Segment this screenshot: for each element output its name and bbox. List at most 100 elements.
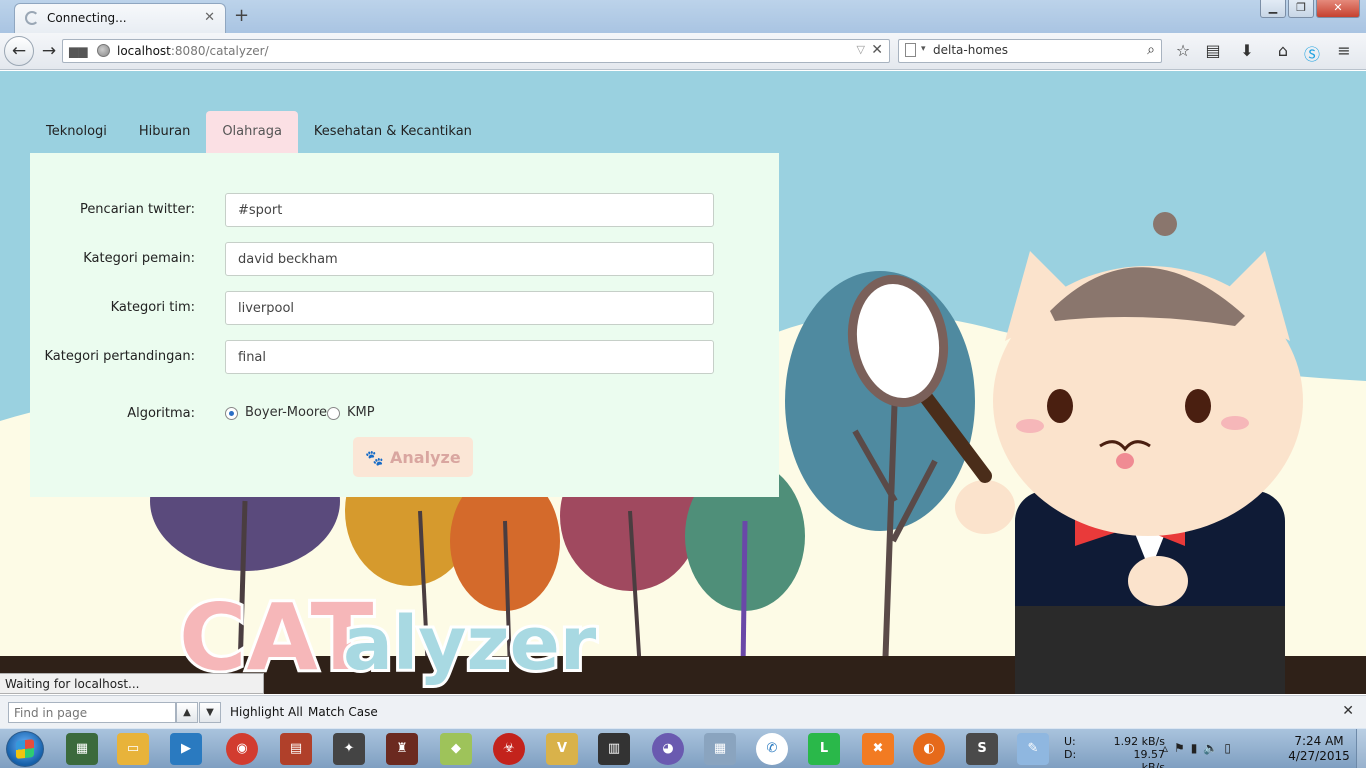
menu-icon[interactable]: ≡ — [1333, 41, 1355, 60]
calculator-icon[interactable]: ▦ — [704, 733, 736, 765]
download-icon[interactable]: ⬇ — [1236, 41, 1258, 60]
tray-expand-icon[interactable]: ▵ — [1162, 741, 1174, 755]
team-category-label: Kategori tim: — [110, 300, 195, 315]
browser-tabstrip: Connecting... ✕ + ▁ ❐ ✕ — [0, 0, 1366, 33]
volume-icon[interactable]: 🔈 — [1203, 741, 1224, 755]
download-label: D: — [1064, 748, 1077, 761]
window-close-icon[interactable]: ✕ — [1316, 0, 1360, 18]
form-row-team: Kategori tim: — [30, 291, 779, 325]
upload-rate: 1.92 kB/s — [1113, 735, 1165, 748]
analyze-button[interactable]: 🐾 Analyze — [353, 437, 473, 477]
library-icon[interactable]: ▆▆ — [69, 44, 87, 58]
new-tab-icon[interactable]: + — [234, 5, 249, 26]
kmp-label[interactable]: KMP — [347, 405, 375, 420]
show-desktop-button[interactable] — [1356, 729, 1366, 768]
chrome-icon[interactable]: ◉ — [226, 733, 258, 765]
radio-kmp[interactable] — [327, 407, 340, 420]
clock[interactable]: 7:24 AM 4/27/2015 — [1288, 734, 1350, 764]
match-case-button[interactable]: Match Case — [308, 705, 378, 719]
warrior-game-icon[interactable]: ♜ — [386, 733, 418, 765]
minimize-icon[interactable]: ▁ — [1260, 0, 1286, 18]
browser-tab-title: Connecting... — [47, 11, 127, 25]
search-form-panel: Pencarian twitter: Kategori pemain: Kate… — [30, 153, 779, 497]
algorithm-label: Algoritma: — [127, 406, 195, 421]
windows-taskbar: ▦ ▭ ▶ ◉ ▤ ✦ ♜ ◆ ☣ V ▥ ◕ ▦ ✆ L ✖ ◐ S ✎ U:… — [0, 728, 1366, 768]
highlight-all-button[interactable]: Highlight All — [230, 705, 303, 719]
line-icon[interactable]: L — [808, 733, 840, 765]
find-next-icon[interactable]: ▼ — [199, 702, 221, 723]
bookmark-star-icon[interactable]: ☆ — [1172, 41, 1194, 60]
window-controls: ▁ ❐ ✕ — [1260, 0, 1360, 18]
loading-spinner-icon — [25, 11, 39, 25]
search-icon[interactable]: ⌕ — [1147, 42, 1155, 58]
restore-icon[interactable]: ❐ — [1288, 0, 1314, 18]
browser-tab[interactable]: Connecting... ✕ — [14, 3, 226, 33]
player-category-label: Kategori pemain: — [83, 251, 195, 266]
tab-kesehatan-kecantikan[interactable]: Kesehatan & Kecantikan — [298, 111, 488, 153]
twitter-search-label: Pencarian twitter: — [79, 202, 195, 217]
upload-label: U: — [1064, 735, 1076, 748]
algorithm-row: Algoritma: Boyer-Moore KMP — [30, 403, 779, 425]
match-category-input[interactable] — [225, 340, 714, 374]
status-bar: Waiting for localhost... — [0, 673, 264, 694]
clock-time: 7:24 AM — [1294, 734, 1344, 748]
find-close-icon[interactable]: ✕ — [1342, 703, 1354, 719]
xampp-icon[interactable]: ✖ — [862, 733, 894, 765]
back-arrow-icon[interactable]: ← — [4, 36, 34, 66]
explorer-icon[interactable]: ▭ — [117, 733, 149, 765]
find-bar: ▲ ▼ Highlight All Match Case ✕ — [0, 695, 1366, 728]
twitter-search-input[interactable] — [225, 193, 714, 227]
biohazard-icon[interactable]: ☣ — [493, 733, 525, 765]
battery-icon[interactable]: ▯ — [1224, 741, 1237, 755]
url-text: localhost:8080/catalyzer/ — [117, 44, 269, 58]
search-engine-icon[interactable] — [905, 43, 916, 57]
firefox-icon[interactable]: ◐ — [913, 733, 945, 765]
book-icon[interactable]: ▤ — [280, 733, 312, 765]
tab-hiburan[interactable]: Hiburan — [123, 111, 206, 153]
windows-logo-icon — [16, 739, 34, 759]
download-rate: 19.57 kB/s — [1133, 748, 1166, 768]
engine-dropdown-icon[interactable]: ▾ — [921, 44, 926, 54]
form-row-player: Kategori pemain: — [30, 242, 779, 276]
clock-date: 4/27/2015 — [1288, 749, 1350, 763]
logo-text-alyzer: alyzer — [343, 601, 597, 687]
paint-icon[interactable]: ✎ — [1017, 733, 1049, 765]
gtalk-icon[interactable]: ✆ — [756, 733, 788, 765]
team-category-input[interactable] — [225, 291, 714, 325]
signal-icon[interactable]: ▮ — [1191, 741, 1204, 755]
start-button[interactable] — [6, 731, 44, 767]
match-category-label: Kategori pertandingan: — [44, 349, 196, 364]
tab-teknologi[interactable]: Teknologi — [30, 111, 123, 153]
boyer-moore-label[interactable]: Boyer-Moore — [245, 405, 327, 420]
search-input[interactable] — [933, 43, 1133, 57]
skype-icon[interactable]: Ⓢ — [1301, 41, 1323, 65]
paw-icon: 🐾 — [365, 448, 385, 467]
v-app-icon[interactable]: V — [546, 733, 578, 765]
url-dropdown-icon[interactable]: ▽ — [857, 43, 865, 56]
find-previous-icon[interactable]: ▲ — [176, 702, 198, 723]
task-manager-icon[interactable]: ▦ — [66, 733, 98, 765]
home-icon[interactable]: ⌂ — [1272, 41, 1294, 60]
browser-navbar: ← → ▆▆ localhost:8080/catalyzer/ ▽ ✕ ▾ ⌕… — [0, 33, 1366, 70]
radio-boyer-moore[interactable] — [225, 407, 238, 420]
search-bar[interactable]: ▾ ⌕ — [898, 39, 1162, 63]
tab-olahraga[interactable]: Olahraga — [206, 111, 298, 153]
analyze-label: Analyze — [390, 447, 461, 467]
find-input[interactable] — [8, 702, 176, 723]
forward-arrow-icon[interactable]: → — [36, 38, 62, 64]
system-tray: ▵⚑▮🔈▯ — [1162, 741, 1237, 755]
bookmarks-menu-icon[interactable]: ▤ — [1202, 41, 1224, 60]
form-row-twitter: Pencarian twitter: — [30, 193, 779, 227]
close-tab-icon[interactable]: ✕ — [204, 10, 215, 25]
media-player-icon[interactable]: ▶ — [170, 733, 202, 765]
files-icon[interactable]: ◆ — [440, 733, 472, 765]
stop-icon[interactable]: ✕ — [871, 42, 883, 58]
simcity-icon[interactable]: ▥ — [598, 733, 630, 765]
url-bar[interactable]: ▆▆ localhost:8080/catalyzer/ ▽ ✕ — [62, 39, 890, 63]
action-center-icon[interactable]: ⚑ — [1174, 741, 1191, 755]
cat-app-icon[interactable]: ◕ — [652, 733, 684, 765]
player-category-input[interactable] — [225, 242, 714, 276]
network-meter: U: 1.92 kB/s D: 19.57 kB/s — [1064, 735, 1165, 768]
sublime-icon[interactable]: S — [966, 733, 998, 765]
counter-strike-icon[interactable]: ✦ — [333, 733, 365, 765]
